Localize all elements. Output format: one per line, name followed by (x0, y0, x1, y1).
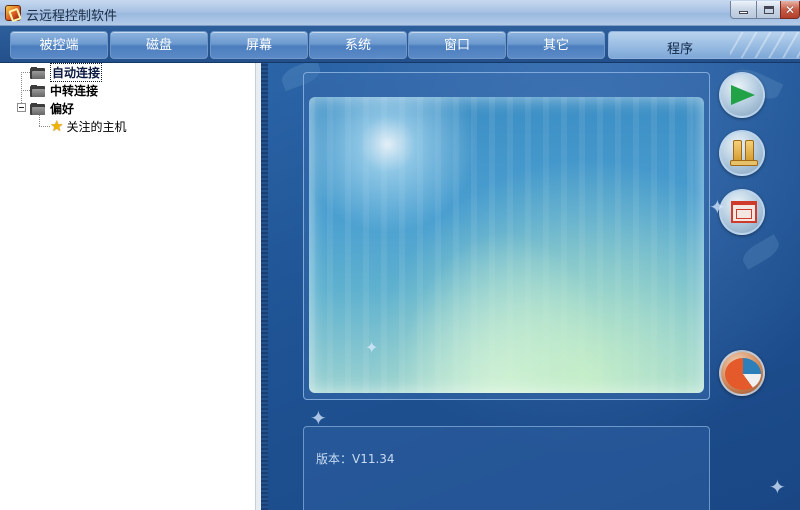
pause-icon (730, 140, 758, 168)
window-button[interactable] (719, 189, 765, 235)
star-icon: ★ (50, 117, 64, 135)
maximize-icon (763, 5, 774, 14)
tree-item-watched-hosts[interactable]: ★ 关注的主机 (50, 118, 126, 135)
version-label: 版本：V11.34 (316, 452, 395, 466)
tree-item-label: 自动连接 (50, 63, 103, 82)
title-bar: 云远程控制软件 ✕ (0, 0, 800, 26)
sparkle-icon: ✦ (709, 195, 726, 219)
host-tree-panel: 自动连接 中转连接 偏好 ★ 关注的主机 (0, 63, 261, 510)
play-arrow-icon (731, 85, 755, 105)
close-button[interactable]: ✕ (780, 1, 800, 19)
tab-decoration (730, 32, 800, 58)
collapse-toggle-icon[interactable] (17, 103, 26, 112)
decorative-leaf (739, 234, 783, 270)
sparkle-icon: ✦ (310, 406, 327, 430)
window-title: 云远程控制软件 (26, 9, 118, 24)
info-box: 版本：V11.34 (303, 426, 710, 510)
tab-program-label: 程序 (667, 42, 694, 57)
folder-icon (30, 84, 46, 97)
close-icon: ✕ (784, 2, 796, 17)
pause-button[interactable] (719, 130, 765, 176)
tab-window[interactable]: 窗口 (408, 31, 506, 59)
tree-connector (21, 72, 30, 73)
folder-icon (30, 102, 46, 115)
connect-button[interactable] (719, 72, 765, 118)
tab-program[interactable]: 程序 (608, 31, 800, 59)
tree-item-preferences[interactable]: 偏好 (30, 100, 74, 117)
tree-item-auto-connect[interactable]: 自动连接 (30, 63, 103, 82)
app-icon (5, 5, 21, 21)
minimize-icon (739, 11, 748, 14)
pie-chart-icon (725, 358, 761, 390)
tree-connector (21, 90, 30, 91)
minimize-button[interactable] (730, 1, 757, 19)
tree-item-label: 关注的主机 (66, 120, 127, 134)
tree-connector (39, 126, 50, 127)
window-icon (731, 201, 757, 223)
main-panel: 版本：V11.34 ✦ ✦ ✦ ✦ (261, 63, 800, 510)
tab-other[interactable]: 其它 (507, 31, 605, 59)
tree-item-label: 中转连接 (50, 84, 99, 98)
stats-button[interactable] (719, 350, 765, 396)
tab-controlled[interactable]: 被控端 (10, 31, 108, 59)
folder-icon (30, 66, 46, 79)
tree-item-label: 偏好 (50, 102, 75, 116)
maximize-button[interactable] (756, 1, 781, 19)
tree-item-relay-connect[interactable]: 中转连接 (30, 82, 98, 99)
tab-disk[interactable]: 磁盘 (110, 31, 208, 59)
tab-system[interactable]: 系统 (309, 31, 407, 59)
panel-edge-stripe (261, 63, 268, 510)
tab-screen[interactable]: 屏幕 (210, 31, 308, 59)
sparkle-icon: ✦ (769, 475, 786, 499)
sparkle-icon: ✦ (365, 338, 379, 357)
tab-bar: 被控端 磁盘 屏幕 系统 窗口 其它 程序 (0, 26, 800, 63)
